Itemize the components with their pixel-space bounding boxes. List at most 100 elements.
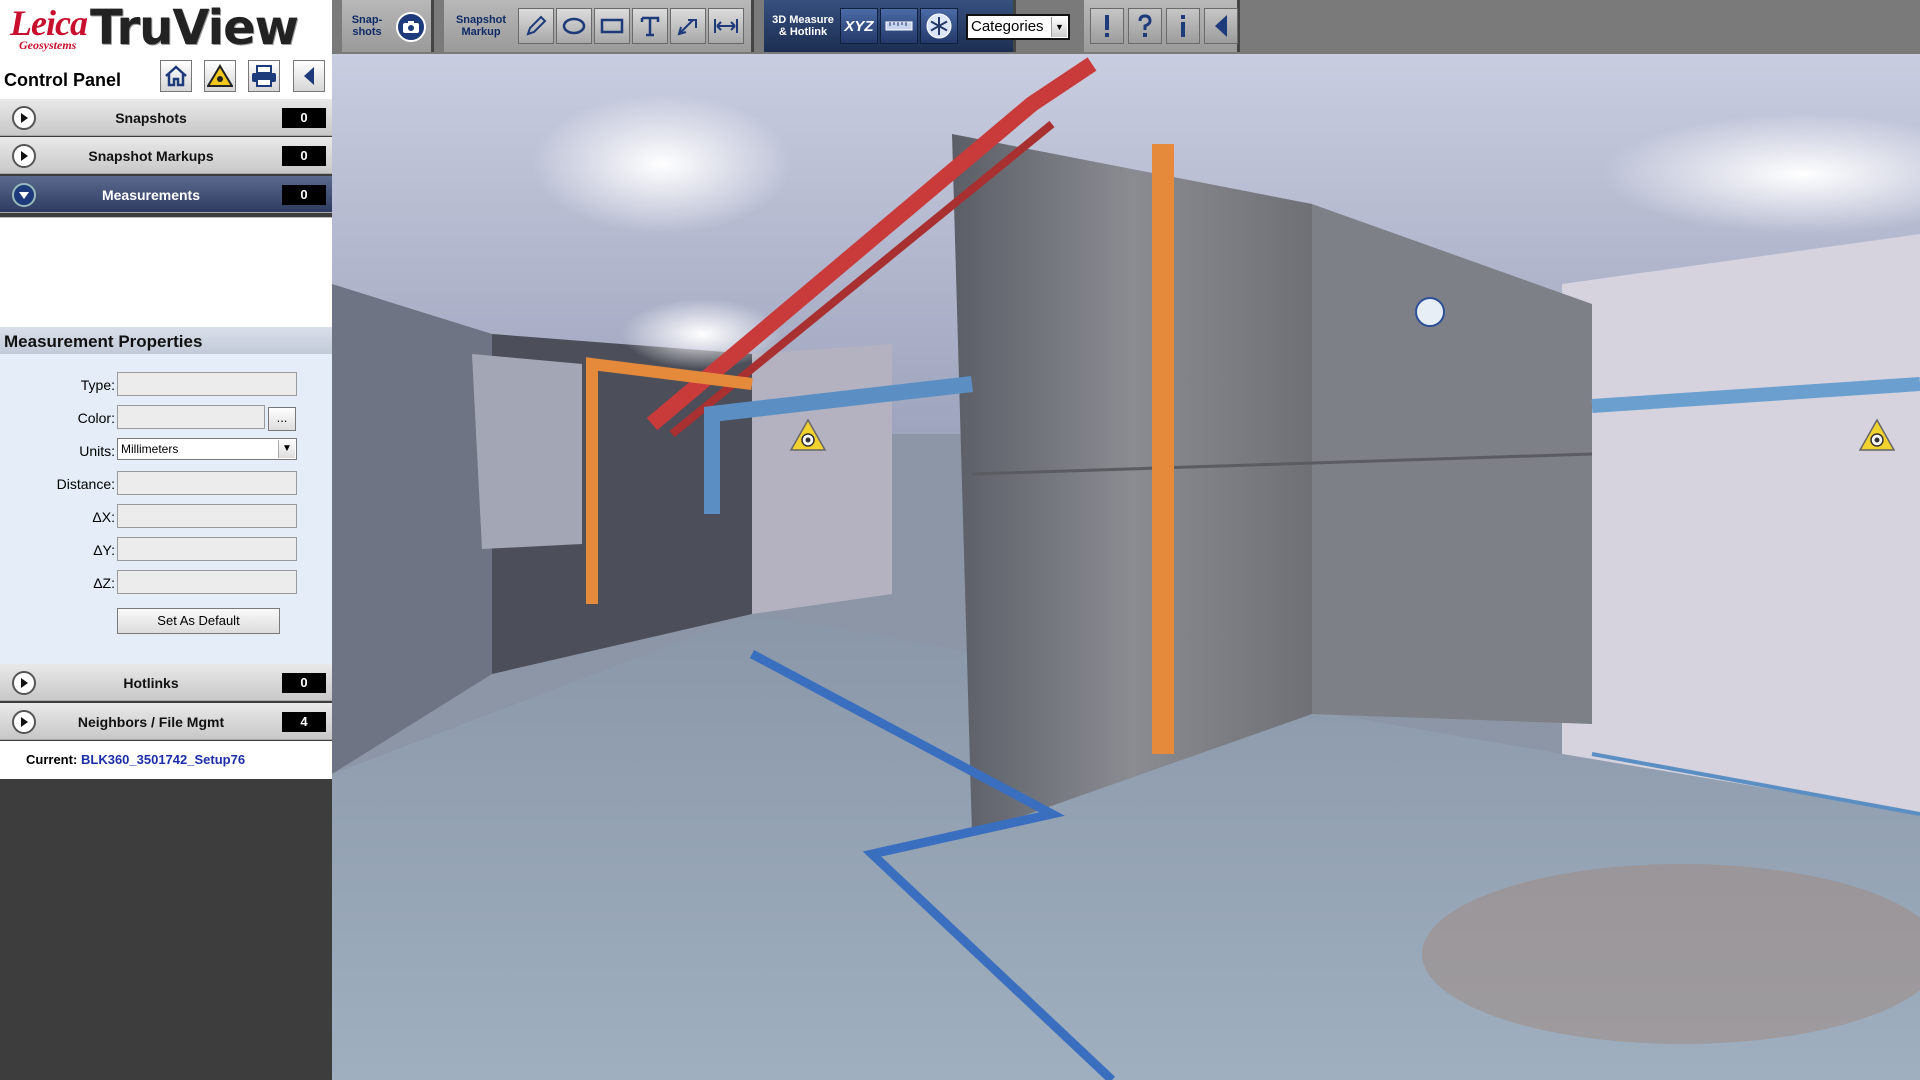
ellipse-icon: [562, 17, 586, 35]
dz-field[interactable]: [117, 570, 297, 594]
print-button[interactable]: [248, 60, 280, 92]
current-setup-link[interactable]: BLK360_3501742_Setup76: [81, 752, 245, 767]
snapshots-section-header[interactable]: Snapshots 0: [0, 99, 332, 136]
help-group: [1084, 0, 1240, 52]
color-row: Color: ...: [0, 405, 332, 433]
text-icon: [640, 16, 660, 37]
text-button[interactable]: [632, 8, 668, 44]
hotlinks-label: Hotlinks: [123, 675, 179, 691]
distance-field[interactable]: [117, 471, 297, 495]
neighbors-count: 4: [282, 712, 326, 732]
info-button[interactable]: [1166, 8, 1200, 44]
expand-arrow-icon: [12, 671, 36, 695]
markup-group: Snapshot Markup: [444, 0, 754, 52]
leader-button[interactable]: [670, 8, 706, 44]
snapshot-markup-label: Snapshot Markup: [455, 14, 507, 38]
leader-icon: [677, 19, 697, 36]
snapshots-label: Snapshots: [115, 110, 187, 126]
categories-value: Categories: [971, 18, 1044, 35]
expand-arrow-icon: [12, 710, 36, 734]
panorama-image: [332, 54, 1920, 1080]
dx-label: ΔX:: [92, 509, 115, 525]
distance-row: Distance:: [0, 471, 332, 499]
freehand-button[interactable]: [518, 8, 554, 44]
warning-button[interactable]: [204, 60, 236, 92]
snapshot-markups-label: Snapshot Markups: [88, 148, 214, 164]
help-icon: [1138, 14, 1152, 37]
ellipse-button[interactable]: [556, 8, 592, 44]
scan-position-marker[interactable]: [1858, 418, 1896, 452]
collapse-arrow-icon: [12, 183, 36, 207]
snapshot-markups-section-header[interactable]: Snapshot Markups 0: [0, 137, 332, 174]
neighbors-label: Neighbors / File Mgmt: [77, 714, 225, 730]
measurement-properties-form: Type: Color: ... Units: Millimeters ▼ Di…: [0, 354, 332, 664]
collapse-panel-button[interactable]: [293, 60, 325, 92]
scan-position-marker[interactable]: [789, 418, 827, 452]
units-row: Units: Millimeters ▼: [0, 438, 332, 466]
print-icon: [252, 65, 276, 87]
chevron-down-icon: ▼: [1051, 17, 1067, 37]
color-label: Color:: [77, 410, 115, 426]
color-picker-button[interactable]: ...: [268, 407, 296, 431]
dx-field[interactable]: [117, 504, 297, 528]
measurements-list[interactable]: [0, 217, 332, 327]
panorama-viewport[interactable]: [332, 54, 1920, 1080]
truview-logo: TruView: [90, 0, 299, 56]
camera-icon: [403, 21, 419, 33]
type-label: Type:: [80, 377, 115, 393]
home-button[interactable]: [160, 60, 192, 92]
units-select[interactable]: Millimeters ▼: [117, 438, 297, 460]
xyz-label: XYZ: [844, 17, 874, 35]
dimension-button[interactable]: [708, 8, 744, 44]
collapse-toolbar-button[interactable]: [1204, 8, 1238, 44]
measurements-section-header[interactable]: Measurements 0: [0, 176, 332, 213]
help-button[interactable]: [1128, 8, 1162, 44]
snapshot-button[interactable]: [396, 12, 426, 42]
snapshots-count: 0: [282, 108, 326, 128]
distance-label: Distance:: [56, 476, 115, 492]
categories-dropdown[interactable]: Categories ▼: [966, 14, 1070, 40]
snap-settings-button[interactable]: [920, 8, 958, 44]
dz-label: ΔZ:: [93, 575, 115, 591]
expand-arrow-icon: [12, 144, 36, 168]
scan-position-marker-icon: [1858, 418, 1896, 451]
control-panel-title: Control Panel: [4, 70, 122, 90]
measurement-properties-title: Measurement Properties: [4, 332, 203, 351]
exclamation-icon: [1105, 15, 1109, 37]
rectangle-button[interactable]: [594, 8, 630, 44]
xyz-button[interactable]: XYZ: [840, 8, 878, 44]
dz-row: ΔZ:: [0, 570, 332, 598]
warning-icon: [207, 64, 233, 87]
pen-icon: [526, 15, 547, 36]
snapshots-toolbar-label: Snap-shots: [351, 14, 383, 38]
collapse-left-icon: [304, 67, 314, 85]
measurement-properties-header: Measurement Properties: [0, 327, 332, 354]
dy-field[interactable]: [117, 537, 297, 561]
control-panel: Leica Geosystems TruView Control Panel S…: [0, 0, 332, 1080]
expand-arrow-icon: [12, 106, 36, 130]
measure-distance-button[interactable]: [880, 8, 918, 44]
snowflake-icon: [926, 13, 952, 39]
snapshots-group: Snap-shots: [342, 0, 434, 52]
color-field[interactable]: [117, 405, 265, 429]
control-panel-header: Control Panel: [0, 54, 332, 99]
dy-label: ΔY:: [93, 542, 115, 558]
ruler-icon: [885, 21, 913, 31]
home-icon: [165, 65, 187, 87]
units-value: Millimeters: [121, 442, 179, 456]
measurements-label: Measurements: [101, 187, 201, 203]
dimension-icon: [714, 19, 738, 33]
top-toolbar: Snap-shots Snapshot Markup 3D Measure & …: [332, 0, 1920, 54]
hotlinks-section-header[interactable]: Hotlinks 0: [0, 664, 332, 701]
alert-button[interactable]: [1090, 8, 1124, 44]
set-as-default-button[interactable]: Set As Default: [117, 608, 280, 634]
type-field[interactable]: [117, 372, 297, 396]
current-label: Current:: [26, 752, 78, 767]
neighbors-section-header[interactable]: Neighbors / File Mgmt 4: [0, 703, 332, 740]
geosystems-logo: Geosystems: [19, 38, 77, 52]
current-setup: Current: BLK360_3501742_Setup76: [0, 741, 332, 779]
rectangle-icon: [600, 18, 624, 34]
scan-position-marker-icon: [789, 418, 827, 451]
measure-hotlink-button[interactable]: 3D Measure & Hotlink: [770, 14, 836, 38]
collapse-toolbar-icon: [1215, 15, 1227, 37]
